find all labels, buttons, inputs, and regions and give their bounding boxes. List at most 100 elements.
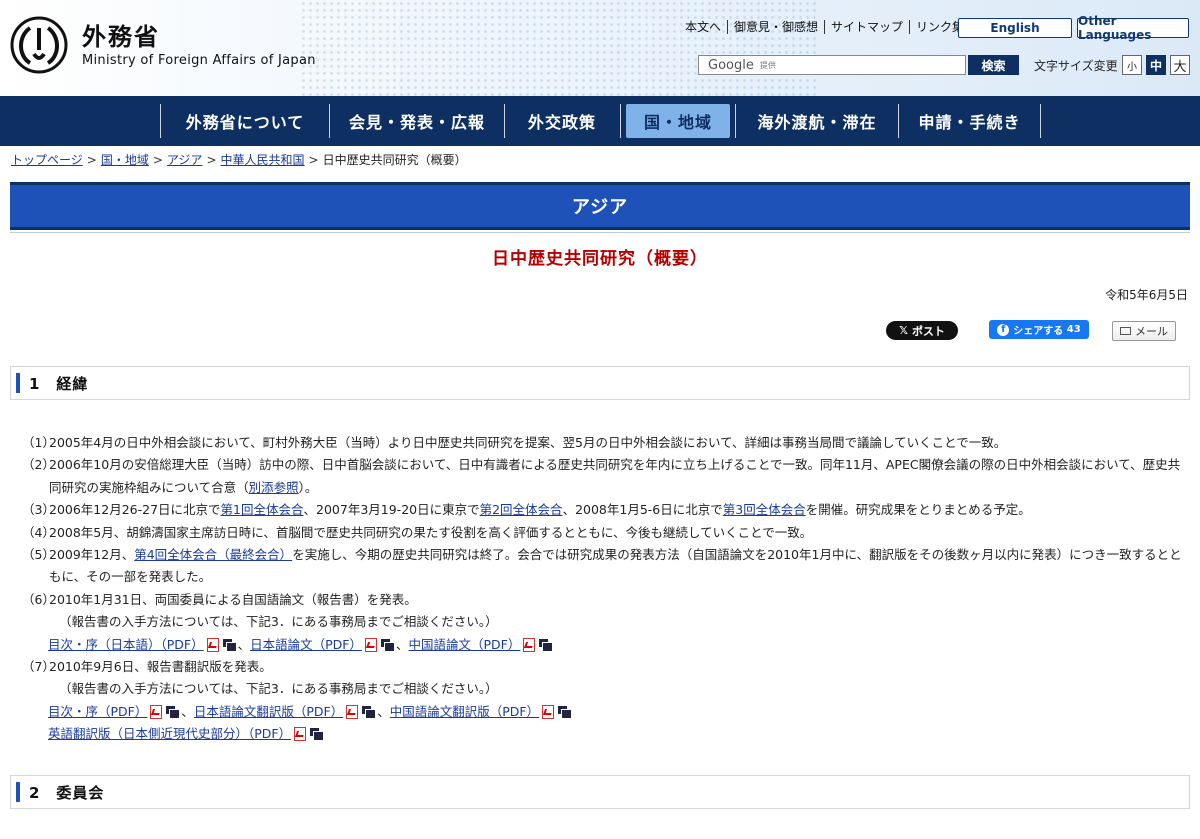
link-pdf-japanese-translation[interactable]: 日本語論文翻訳版（PDF） xyxy=(194,704,343,719)
note-text: （報告書の入手方法については、下記3．にある事務局までご相談ください。） xyxy=(59,681,498,697)
mail-button[interactable]: メール xyxy=(1112,321,1176,341)
breadcrumb-separator: > xyxy=(86,153,97,167)
list-item: （7） 2010年9月6日、報告書翻訳版を発表。 （報告書の入手方法については、… xyxy=(22,656,1182,701)
list-item-text: 2010年1月31日、両国委員による自国語論文（報告書）を発表。 （報告書の入手… xyxy=(49,589,1182,634)
new-window-icon xyxy=(362,705,377,719)
text-fragment: 2010年9月6日、報告書翻訳版を発表。 xyxy=(49,659,272,675)
x-post-button[interactable]: 𝕏 ポスト xyxy=(886,321,958,340)
section-heading-text: 2 委員会 xyxy=(29,783,105,802)
link-meeting-3[interactable]: 第3回全体会合 xyxy=(723,502,806,517)
list-item-text: 2008年5月、胡錦濤国家主席訪日時に、首脳間で歴史共同研究の果たす役割を高く評… xyxy=(49,524,813,540)
global-nav: 外務省について 会見・発表・広報 外交政策 国・地域 海外渡航・滞在 申請・手続… xyxy=(0,96,1200,146)
breadcrumb-separator: > xyxy=(206,153,217,167)
pdf-icon xyxy=(206,637,219,652)
text-fragment: 、2007年3月19-20日に東京で xyxy=(303,502,480,518)
other-languages-button[interactable]: Other Languages xyxy=(1077,14,1189,42)
facebook-share-label: シェアする xyxy=(1013,326,1064,337)
link-pdf-japanese-paper[interactable]: 日本語論文（PDF） xyxy=(250,637,362,652)
pdf-icon xyxy=(293,727,307,742)
new-window-icon xyxy=(222,638,237,652)
list-item: （4） 2008年5月、胡錦濤国家主席訪日時に、首脳間で歴史共同研究の果たす役割… xyxy=(22,522,1182,544)
font-size-small-button[interactable]: 小 xyxy=(1122,55,1142,75)
pdf-icon xyxy=(149,704,163,719)
link-meeting-4[interactable]: 第4回全体会合（最終会合） xyxy=(134,547,292,562)
list-item: （1） 2005年4月の日中外相会談において、町村外務大臣（当時）より日中歴史共… xyxy=(22,432,1182,454)
nav-item-policy[interactable]: 外交政策 xyxy=(505,104,619,138)
nav-divider xyxy=(620,104,621,138)
link-sitemap[interactable]: サイトマップ xyxy=(825,20,911,34)
facebook-share-count: 43 xyxy=(1066,324,1081,335)
separator: 、 xyxy=(181,703,194,719)
link-annex[interactable]: 別添参照 xyxy=(249,480,299,495)
nav-item-regions[interactable]: 国・地域 xyxy=(626,104,730,138)
section-heading-text: 1 経緯 xyxy=(29,374,89,393)
list-item-number: （7） xyxy=(22,659,55,675)
heading-accent-bar xyxy=(16,373,20,393)
logo-english: Ministry of Foreign Affairs of Japan xyxy=(82,52,316,68)
breadcrumb-asia[interactable]: アジア xyxy=(167,153,203,167)
link-meeting-2[interactable]: 第2回全体会合 xyxy=(480,502,563,517)
pdf-icon xyxy=(541,704,555,719)
link-feedback[interactable]: 御意見・御感想 xyxy=(728,20,826,34)
breadcrumb-current: 日中歴史共同研究（概要） xyxy=(322,153,467,167)
list-item: （2） 2006年10月の安倍総理大臣（当時）訪中の際、日中首脳会談において、日… xyxy=(22,454,1182,499)
breadcrumb-separator: > xyxy=(152,153,163,167)
nav-item-procedures[interactable]: 申請・手続き xyxy=(899,104,1040,138)
search-button[interactable]: 検索 xyxy=(968,55,1019,75)
list-item-number: （3） xyxy=(22,502,55,518)
link-pdf-chinese-paper[interactable]: 中国語論文（PDF） xyxy=(409,637,521,652)
logo-japanese: 外務省 xyxy=(82,22,160,51)
nav-item-about[interactable]: 外務省について xyxy=(161,104,329,138)
site-logo[interactable]: 外務省 Ministry of Foreign Affairs of Japan xyxy=(10,16,316,74)
breadcrumb: トップページ > 国・地域 > アジア > 中華人民共和国 > 日中歴史共同研究（概要） xyxy=(11,151,467,168)
list-item-number: （1） xyxy=(22,435,55,450)
new-window-icon xyxy=(380,638,395,652)
nav-item-press[interactable]: 会見・発表・広報 xyxy=(330,104,504,138)
link-pdf-english-translation[interactable]: 英語翻訳版（日本側近現代史部分）（PDF） xyxy=(48,726,291,741)
new-window-icon xyxy=(558,705,573,719)
header-decoration xyxy=(300,0,820,96)
publish-date: 令和5年6月5日 xyxy=(1105,288,1188,302)
x-logo-icon: 𝕏 xyxy=(899,324,908,337)
section-heading-2: 2 委員会 xyxy=(10,775,1190,809)
list-item-number: （2） xyxy=(22,457,55,473)
font-size-large-button[interactable]: 大 xyxy=(1170,55,1190,75)
pdf-link-row: 目次・序（PDF） 、日本語論文翻訳版（PDF） 、中国語論文翻訳版（PDF） xyxy=(22,701,1182,723)
breadcrumb-regions[interactable]: 国・地域 xyxy=(101,153,149,167)
site-header: 外務省 Ministry of Foreign Affairs of Japan… xyxy=(0,0,1200,96)
list-item-number: （6） xyxy=(22,591,55,607)
new-window-icon xyxy=(539,638,554,652)
mail-label: メール xyxy=(1135,325,1168,338)
page-title: 日中歴史共同研究（概要） xyxy=(492,249,708,269)
separator: 、 xyxy=(395,636,409,652)
link-skip-to-content[interactable]: 本文へ xyxy=(679,20,729,34)
link-pdf-chinese-translation[interactable]: 中国語論文翻訳版（PDF） xyxy=(390,704,539,719)
pdf-icon xyxy=(522,637,536,652)
text-fragment: 、2008年1月5-6日に北京で xyxy=(562,502,723,518)
text-fragment: ）。 xyxy=(298,479,318,495)
google-brand-label: Google xyxy=(708,57,754,73)
pdf-link-row: 英語翻訳版（日本側近現代史部分）（PDF） xyxy=(22,723,1182,745)
google-provided-label: 提供 xyxy=(759,60,776,70)
region-banner: アジア xyxy=(10,182,1190,233)
english-button[interactable]: English xyxy=(958,18,1072,38)
list-item-number: （4） xyxy=(22,524,55,540)
facebook-icon: f xyxy=(997,323,1010,336)
font-size-medium-button[interactable]: 中 xyxy=(1146,55,1166,75)
list-item: （6） 2010年1月31日、両国委員による自国語論文（報告書）を発表。 （報告… xyxy=(22,589,1182,634)
link-pdf-toc-ja[interactable]: 目次・序（日本語）（PDF） xyxy=(48,637,204,652)
nav-item-travel[interactable]: 海外渡航・滞在 xyxy=(736,104,898,138)
link-pdf-toc[interactable]: 目次・序（PDF） xyxy=(48,704,147,719)
link-meeting-1[interactable]: 第1回全体会合 xyxy=(221,502,304,517)
breadcrumb-top[interactable]: トップページ xyxy=(11,153,83,167)
list-item: （5） 2009年12月、第4回全体会合（最終会合）を実施し、今期の歴史共同研究… xyxy=(22,544,1182,589)
facebook-share-button[interactable]: f シェアする 43 xyxy=(989,320,1089,339)
search-input[interactable]: Google 提供 xyxy=(698,55,966,75)
note-text: （報告書の入手方法については、下記3．にある事務局までご相談ください。） xyxy=(59,614,498,630)
list-item-text: 2009年12月、第4回全体会合（最終会合）を実施し、今期の歴史共同研究は終了。… xyxy=(49,544,1182,589)
section-heading-1: 1 経緯 xyxy=(10,366,1190,400)
breadcrumb-china[interactable]: 中華人民共和国 xyxy=(221,153,305,167)
text-fragment: 2006年10月の安倍総理大臣（当時）訪中の際、日中首脳会談において、日中有識者… xyxy=(49,457,1181,495)
heading-accent-bar xyxy=(16,782,20,802)
list-item-text: 2010年9月6日、報告書翻訳版を発表。 （報告書の入手方法については、下記3．… xyxy=(49,656,1182,701)
